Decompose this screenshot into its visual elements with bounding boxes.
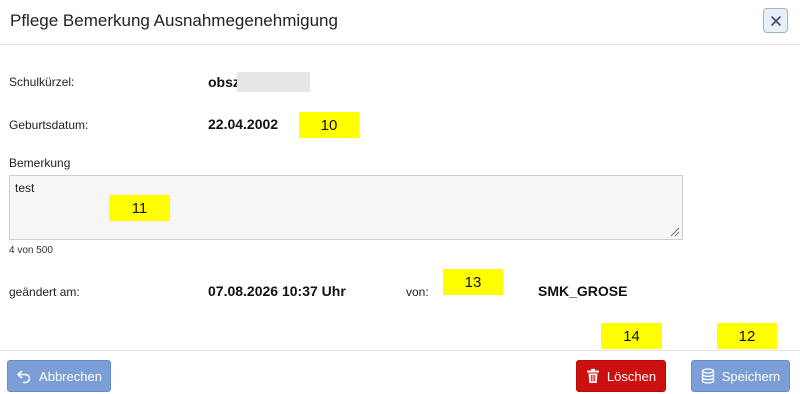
trash-icon [586,368,600,384]
changed-by-label: von: [406,285,429,299]
changed-at-label: geändert am: [9,285,80,299]
cancel-button[interactable]: Abbrechen [7,360,111,392]
delete-button[interactable]: Löschen [576,360,666,392]
undo-icon [16,368,32,384]
redacted-field [237,72,310,92]
delete-button-label: Löschen [606,368,657,384]
database-icon [701,368,715,384]
resize-grip-icon[interactable] [668,225,680,237]
marker-10: 10 [299,112,359,138]
save-button-label: Speichern [721,368,781,384]
cancel-button-label: Abbrechen [39,368,102,384]
dialog-header: Pflege Bemerkung Ausnahmegenehmigung [0,0,800,45]
changed-by-value: SMK_GROSE [538,283,628,299]
changed-at-value: 07.08.2026 10:37 Uhr [208,283,346,299]
dialog-footer [0,350,800,394]
school-code-label: Schulkürzel: [9,75,75,89]
school-code-value: obsz [208,74,240,90]
marker-12: 12 [717,323,777,349]
remark-label: Bemerkung [9,156,71,170]
remark-char-counter: 4 von 500 [9,245,53,256]
close-button[interactable] [763,8,788,33]
remark-text: test [15,181,35,195]
close-icon [770,15,782,27]
birth-date-label: Geburtsdatum: [9,118,89,132]
save-button[interactable]: Speichern [691,360,790,392]
marker-13: 13 [443,269,503,295]
marker-14: 14 [601,323,662,349]
marker-11: 11 [109,195,170,221]
dialog-title: Pflege Bemerkung Ausnahmegenehmigung [10,11,338,30]
birth-date-value: 22.04.2002 [208,116,279,132]
